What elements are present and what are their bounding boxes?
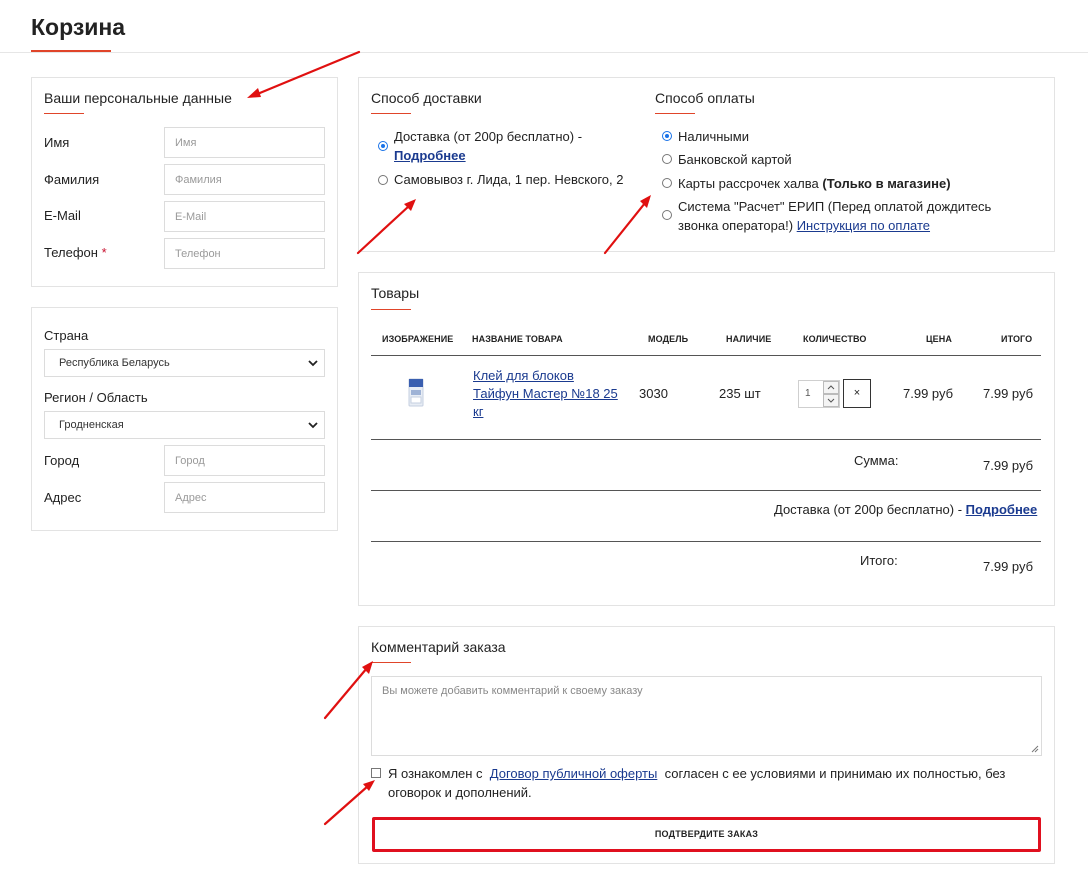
annotation-arrow-personal [247,50,361,98]
annotation-arrow-delivery [356,199,416,255]
annotation-arrows [247,50,651,826]
annotation-arrow-comment [323,661,373,720]
annotation-arrow-agree [323,780,375,826]
annotation-arrow-payment [603,195,651,255]
